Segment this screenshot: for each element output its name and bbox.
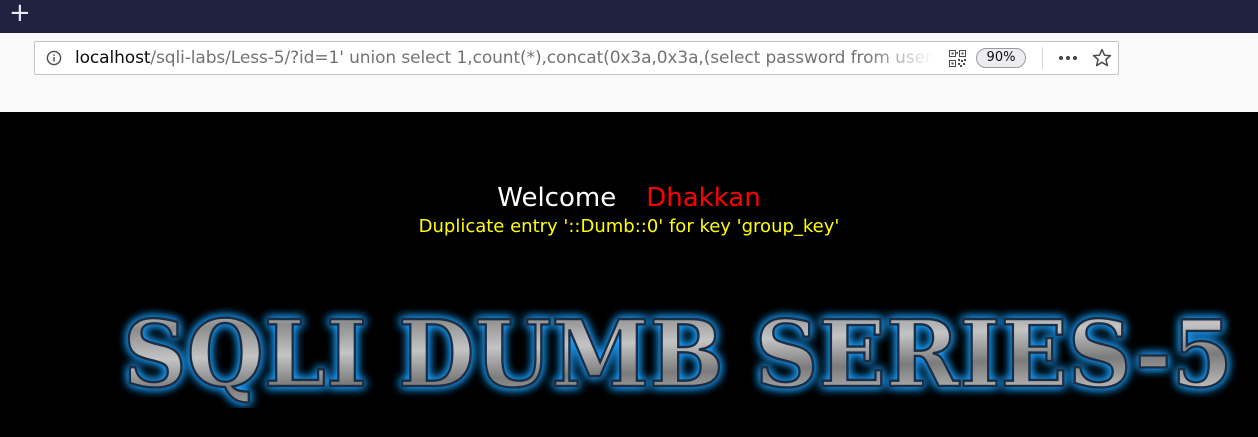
navigation-toolbar: localhost/sqli-labs/Less-5/?id=1' union … bbox=[0, 33, 1258, 112]
welcome-line: Welcome Dhakkan bbox=[0, 182, 1258, 214]
plus-icon[interactable]: + bbox=[9, 0, 33, 26]
address-bar[interactable]: localhost/sqli-labs/Less-5/?id=1' union … bbox=[34, 41, 1119, 75]
username-text: Dhakkan bbox=[646, 183, 761, 213]
sql-error-message: Duplicate entry '::Dumb::0' for key 'gro… bbox=[418, 216, 840, 237]
url-bar-divider bbox=[1042, 47, 1043, 69]
tab-strip: + bbox=[0, 0, 1258, 33]
zoom-level-badge[interactable]: 90% bbox=[976, 48, 1026, 68]
banner-title: SQLI DUMB SERIES-5 bbox=[123, 300, 1233, 408]
url-path: /sqli-labs/Less-5/?id=1' union select 1,… bbox=[150, 48, 935, 68]
url-host: localhost bbox=[75, 48, 151, 68]
bookmark-star-icon[interactable] bbox=[1092, 48, 1112, 68]
info-icon[interactable] bbox=[46, 50, 62, 66]
sqli-dumb-series-banner: SQLI DUMB SERIES-5 bbox=[122, 299, 1235, 408]
page-content: Welcome Dhakkan Duplicate entry '::Dumb::… bbox=[0, 112, 1258, 437]
welcome-text: Welcome bbox=[497, 183, 617, 213]
url-text[interactable]: localhost/sqli-labs/Less-5/?id=1' union … bbox=[75, 42, 935, 74]
more-icon[interactable] bbox=[1057, 50, 1079, 66]
qr-code-icon[interactable] bbox=[949, 50, 966, 67]
